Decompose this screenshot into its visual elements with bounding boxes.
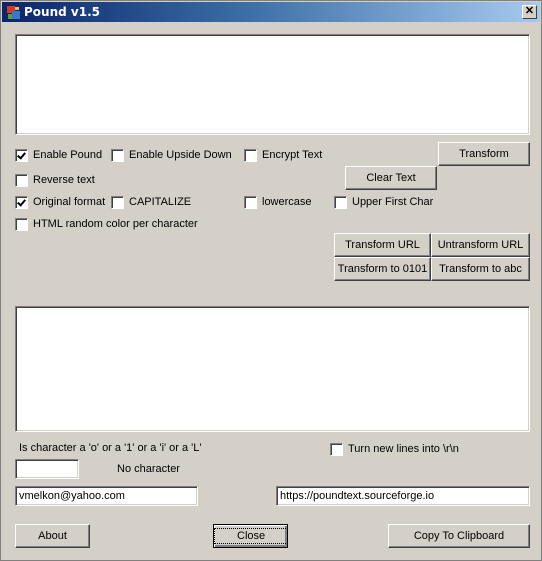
original-format-label: Original format bbox=[33, 196, 106, 208]
reverse-text-checkbox[interactable]: Reverse text bbox=[15, 173, 95, 187]
encrypt-text-label: Encrypt Text bbox=[262, 149, 323, 161]
html-random-color-checkbox[interactable]: HTML random color per character bbox=[15, 217, 198, 231]
app-icon bbox=[7, 6, 20, 19]
close-button-label: Close bbox=[214, 528, 289, 544]
checkbox-box[interactable] bbox=[15, 217, 28, 231]
enable-upside-down-checkbox[interactable]: Enable Upside Down bbox=[111, 148, 232, 162]
char-check-result: No character bbox=[117, 463, 180, 475]
close-button[interactable]: Close bbox=[213, 524, 289, 548]
lowercase-label: lowercase bbox=[262, 196, 312, 208]
close-window-button[interactable]: ✕ bbox=[522, 5, 537, 19]
html-random-color-label: HTML random color per character bbox=[33, 218, 198, 230]
reverse-text-label: Reverse text bbox=[33, 174, 95, 186]
encrypt-text-checkbox[interactable]: Encrypt Text bbox=[244, 148, 322, 162]
title-bar: Pound v1.5 ✕ bbox=[2, 2, 540, 22]
enable-upside-down-label: Enable Upside Down bbox=[129, 149, 232, 161]
checkbox-box[interactable] bbox=[330, 442, 343, 456]
checkbox-box[interactable] bbox=[244, 195, 257, 209]
checkbox-box[interactable] bbox=[244, 148, 257, 162]
checkbox-box[interactable] bbox=[111, 195, 124, 209]
char-check-input[interactable] bbox=[15, 459, 79, 479]
output-textarea[interactable] bbox=[15, 306, 530, 432]
checkbox-box[interactable] bbox=[111, 148, 124, 162]
pound-window: Pound v1.5 ✕ Enable Pound Enable Upside … bbox=[0, 0, 542, 561]
upper-first-char-label: Upper First Char bbox=[352, 196, 434, 208]
input-textarea[interactable] bbox=[15, 34, 530, 135]
enable-pound-label: Enable Pound bbox=[33, 149, 103, 161]
window-title: Pound v1.5 bbox=[24, 5, 100, 19]
close-icon: ✕ bbox=[524, 5, 535, 17]
newlines-crlf-checkbox[interactable]: Turn new lines into \r\n bbox=[330, 442, 459, 456]
transform-button[interactable]: Transform bbox=[438, 142, 530, 166]
copy-to-clipboard-button[interactable]: Copy To Clipboard bbox=[388, 524, 530, 548]
enable-pound-checkbox[interactable]: Enable Pound bbox=[15, 148, 102, 162]
checkbox-box[interactable] bbox=[15, 173, 28, 187]
transform-to-0101-button[interactable]: Transform to 0101 bbox=[334, 257, 431, 281]
lowercase-checkbox[interactable]: lowercase bbox=[244, 195, 312, 209]
transform-url-button[interactable]: Transform URL bbox=[334, 233, 431, 257]
checkbox-box[interactable] bbox=[15, 195, 28, 209]
website-field[interactable] bbox=[276, 486, 530, 506]
capitalize-label: CAPITALIZE bbox=[129, 196, 192, 208]
original-format-checkbox[interactable]: Original format bbox=[15, 195, 105, 209]
capitalize-checkbox[interactable]: CAPITALIZE bbox=[111, 195, 191, 209]
about-button[interactable]: About bbox=[15, 524, 90, 548]
checkbox-box[interactable] bbox=[334, 195, 347, 209]
transform-to-abc-button[interactable]: Transform to abc bbox=[431, 257, 530, 281]
checkbox-box[interactable] bbox=[15, 148, 28, 162]
newlines-crlf-label: Turn new lines into \r\n bbox=[348, 443, 459, 455]
untransform-url-button[interactable]: Untransform URL bbox=[431, 233, 530, 257]
email-field[interactable] bbox=[15, 486, 198, 506]
upper-first-char-checkbox[interactable]: Upper First Char bbox=[334, 195, 433, 209]
char-check-label: Is character a 'o' or a '1' or a 'i' or … bbox=[19, 442, 202, 454]
clear-text-button[interactable]: Clear Text bbox=[345, 166, 437, 190]
